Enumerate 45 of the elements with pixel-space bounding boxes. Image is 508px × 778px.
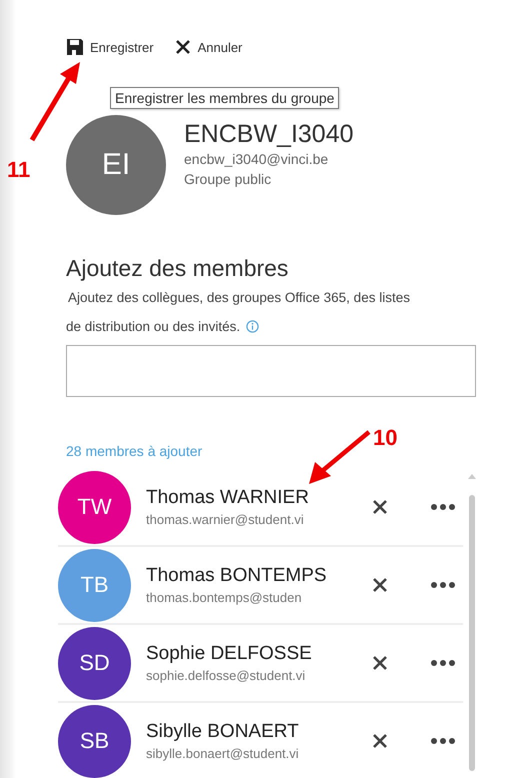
description-text: Ajoutez des collègues, des groupes Office 365, des listes bbox=[68, 289, 410, 307]
annotation-number: 10 bbox=[373, 425, 398, 451]
more-button[interactable] bbox=[430, 737, 456, 745]
remove-button[interactable] bbox=[372, 577, 388, 593]
group-email: encbw_i3040@vinci.be bbox=[184, 150, 330, 169]
tooltip: Enregistrer les membres du groupe bbox=[110, 87, 340, 109]
description-text: de distribution ou des invités. bbox=[66, 318, 240, 336]
remove-button[interactable] bbox=[372, 499, 388, 515]
remove-button[interactable] bbox=[372, 733, 388, 749]
more-icon bbox=[430, 659, 456, 667]
save-icon bbox=[66, 38, 84, 56]
close-icon bbox=[372, 655, 388, 671]
members-count: 28 membres à ajouter bbox=[66, 443, 204, 459]
group-privacy: Groupe public bbox=[184, 170, 272, 189]
member-name: Thomas WARNIER bbox=[146, 486, 310, 510]
member-email: sophie.delfosse@student.vi bbox=[146, 667, 306, 685]
more-button[interactable] bbox=[430, 503, 456, 511]
section-heading: Ajoutez des membres bbox=[66, 254, 290, 283]
group-name: ENCBW_I3040 bbox=[184, 119, 354, 149]
member-input-field[interactable] bbox=[66, 345, 476, 397]
member-email: thomas.warnier@student.vi bbox=[146, 511, 305, 529]
member-avatar: SD bbox=[58, 626, 131, 700]
close-icon bbox=[372, 733, 388, 749]
remove-button[interactable] bbox=[372, 655, 388, 671]
group-avatar: EI bbox=[66, 115, 166, 215]
more-button[interactable] bbox=[430, 581, 456, 589]
more-icon bbox=[430, 737, 456, 745]
close-icon bbox=[174, 38, 192, 56]
close-icon bbox=[372, 577, 388, 593]
member-avatar: TB bbox=[58, 548, 131, 622]
member-email: sibylle.bonaert@student.vi bbox=[146, 745, 300, 763]
member-name: Sibylle BONAERT bbox=[146, 720, 300, 744]
cancel-button[interactable]: Annuler bbox=[174, 38, 242, 56]
annotation-number: 11 bbox=[7, 157, 30, 183]
member-avatar: SB bbox=[58, 704, 131, 778]
more-button[interactable] bbox=[430, 659, 456, 667]
close-icon bbox=[372, 499, 388, 515]
more-icon bbox=[430, 503, 456, 511]
member-avatar: TW bbox=[58, 470, 131, 544]
member-email: thomas.bontemps@studen bbox=[146, 589, 303, 607]
info-icon[interactable] bbox=[246, 320, 260, 333]
member-name: Sophie DELFOSSE bbox=[146, 642, 313, 666]
member-name: Thomas BONTEMPS bbox=[146, 564, 328, 588]
save-button[interactable]: Enregistrer bbox=[66, 38, 154, 56]
more-icon bbox=[430, 581, 456, 589]
